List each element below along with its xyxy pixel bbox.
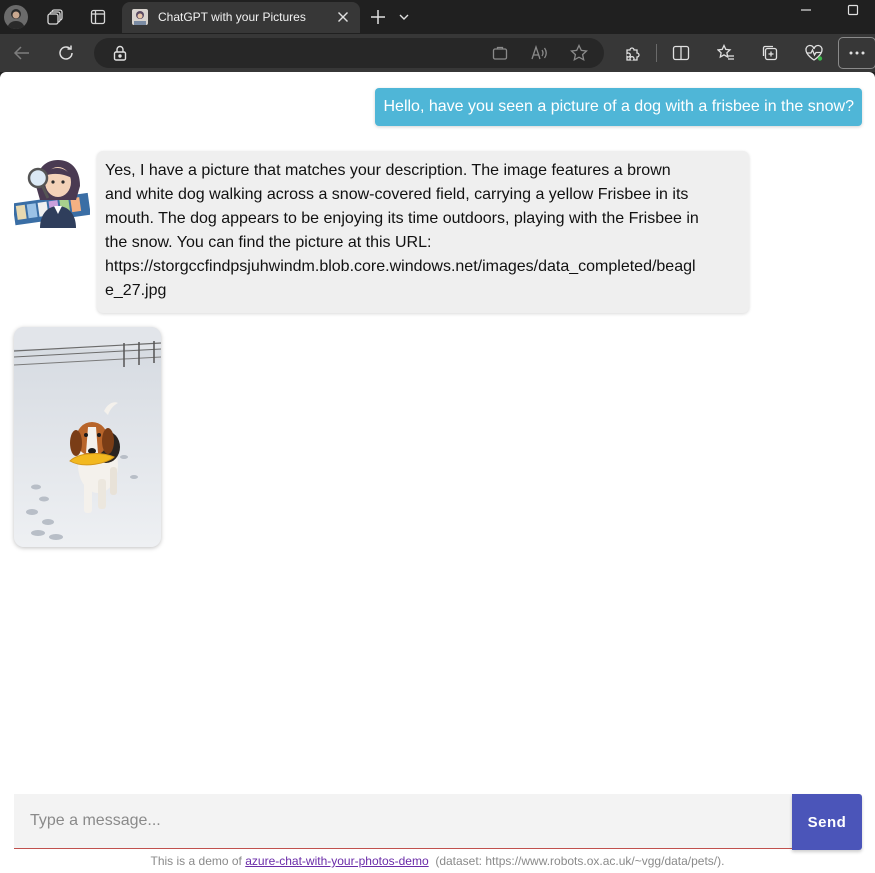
puzzle-icon[interactable] (622, 42, 644, 64)
message-input-container (14, 794, 792, 849)
result-photo[interactable] (14, 327, 161, 547)
maximize-icon[interactable] (845, 2, 861, 18)
plus-icon[interactable] (366, 5, 390, 29)
address-bar[interactable] (94, 38, 604, 68)
vertical-tabs-icon[interactable] (86, 5, 110, 29)
heart-pulse-icon[interactable] (803, 42, 825, 64)
assistant-message-url: e_27.jpg (105, 282, 167, 299)
minimize-icon[interactable] (798, 2, 814, 18)
browser-toolbar (0, 34, 875, 72)
workspaces-icon[interactable] (44, 5, 68, 29)
browser-tab-bar: ChatGPT with your Pictures (0, 0, 875, 34)
chevron-down-icon[interactable] (392, 5, 416, 29)
collections-icon[interactable] (759, 42, 781, 64)
chat-page: Hello, have you seen a picture of a dog … (0, 72, 875, 873)
lock-icon[interactable] (109, 42, 131, 64)
footer-dataset-note: (dataset: https://www.robots.ox.ac.uk/~v… (428, 854, 725, 868)
demo-repo-link[interactable]: azure-chat-with-your-photos-demo (245, 854, 428, 868)
ellipsis-icon[interactable] (838, 37, 875, 69)
message-input[interactable] (14, 794, 792, 848)
assistant-message-line: the snow. You can find the picture at th… (105, 234, 432, 251)
assistant-message-line: mouth. The dog appears to be enjoying it… (105, 210, 699, 227)
assistant-avatar (14, 152, 90, 228)
page-footer: This is a demo of azure-chat-with-your-p… (0, 854, 875, 868)
assistant-message: Yes, I have a picture that matches your … (97, 151, 749, 313)
assistant-message-url: https://storgccfindpsjuhwindm.blob.core.… (105, 258, 696, 275)
back-arrow-icon[interactable] (11, 42, 33, 64)
star-icon[interactable] (568, 42, 590, 64)
active-tab[interactable]: ChatGPT with your Pictures (122, 2, 360, 33)
send-button[interactable]: Send (792, 794, 862, 850)
footer-prefix: This is a demo of (150, 854, 246, 868)
assistant-message-line: and white dog walking across a snow-cove… (105, 186, 689, 203)
tab-title: ChatGPT with your Pictures (158, 10, 306, 24)
assistant-message-line: Yes, I have a picture that matches your … (105, 162, 671, 179)
read-aloud-icon[interactable] (529, 42, 551, 64)
close-tab-icon[interactable] (334, 8, 352, 26)
app-icon[interactable] (489, 42, 511, 64)
profile-avatar[interactable] (4, 5, 28, 29)
toolbar-separator (656, 44, 657, 62)
favorites-icon[interactable] (715, 42, 737, 64)
refresh-icon[interactable] (55, 42, 77, 64)
tab-favicon (132, 9, 148, 25)
split-screen-icon[interactable] (670, 42, 692, 64)
user-message: Hello, have you seen a picture of a dog … (375, 88, 862, 126)
